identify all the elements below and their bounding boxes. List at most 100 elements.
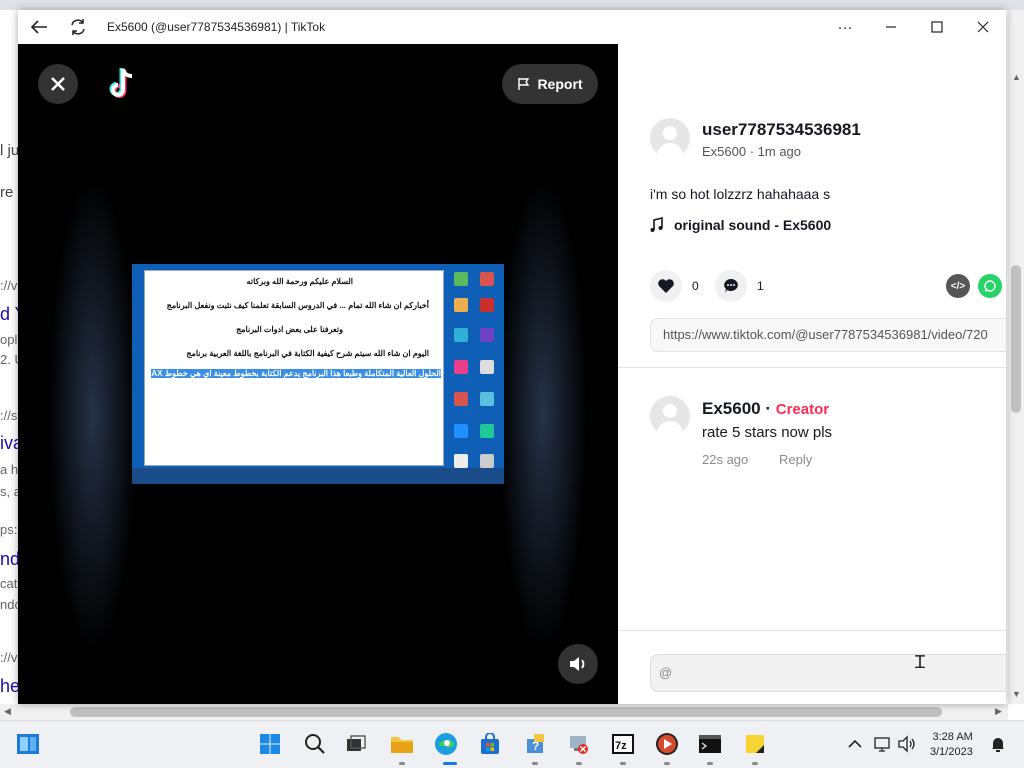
horizontal-scroll-thumb[interactable] xyxy=(70,707,942,717)
widgets-icon xyxy=(17,734,39,754)
store-bag-icon xyxy=(481,733,499,754)
scroll-down-arrow-icon[interactable]: ▼ xyxy=(1012,689,1021,699)
author-avatar[interactable] xyxy=(650,118,690,158)
store-button[interactable] xyxy=(477,731,503,757)
sound-link[interactable]: original sound - Ex5600 xyxy=(650,217,831,233)
details-panel: user7787534536981 Ex5600 · 1m ago i'm so… xyxy=(618,44,1006,704)
bg-snippet: ://v xyxy=(0,278,18,293)
network-icon xyxy=(874,737,890,752)
7zip-button[interactable]: 7z xyxy=(610,731,636,757)
back-arrow-icon xyxy=(30,20,47,34)
notifications-button[interactable] xyxy=(985,731,1011,757)
more-options-button[interactable]: ··· xyxy=(822,14,868,40)
folder-icon xyxy=(391,737,413,753)
flag-icon xyxy=(518,78,530,90)
comment-input[interactable]: @ xyxy=(650,654,1006,692)
speaker-icon xyxy=(570,657,585,671)
minimize-icon xyxy=(886,26,896,28)
network-tray-button[interactable] xyxy=(870,731,896,757)
volume-icon xyxy=(898,735,915,753)
like-action[interactable]: 0 xyxy=(650,270,699,302)
comment-author-line: Ex5600 · Creator xyxy=(702,399,829,419)
search-button[interactable] xyxy=(302,731,328,757)
video-link-field[interactable]: https://www.tiktok.com/@user778753453698… xyxy=(650,318,1006,352)
help-app-button[interactable]: ? xyxy=(522,731,548,757)
help-question-icon: ? xyxy=(527,734,544,753)
running-indicator xyxy=(399,762,405,765)
sticky-notes-button[interactable] xyxy=(742,731,768,757)
text-cursor-icon: Ɪ xyxy=(915,652,926,672)
bg-snippet: ps: xyxy=(0,522,18,537)
comment-separator: · xyxy=(760,399,776,418)
maximize-button[interactable] xyxy=(914,14,960,40)
desktop-icons xyxy=(450,268,502,478)
svg-text:7z: 7z xyxy=(615,740,627,752)
scroll-up-arrow-icon[interactable]: ▲ xyxy=(1012,72,1021,82)
windows-logo-icon xyxy=(260,734,280,754)
vertical-scroll-thumb[interactable] xyxy=(1011,265,1021,413)
blocked-network-icon xyxy=(570,736,588,754)
task-view-icon xyxy=(347,735,366,751)
like-button[interactable] xyxy=(650,270,682,302)
doc-line: اليوم ان شاء الله سيتم شرح كيفية الكتابة… xyxy=(186,349,429,358)
media-player-button[interactable] xyxy=(654,731,680,757)
edge-button[interactable] xyxy=(433,731,459,757)
task-view-button[interactable] xyxy=(343,731,369,757)
comment-author[interactable]: Ex5600 xyxy=(702,399,761,418)
notification-bell-icon xyxy=(992,738,1004,752)
tiktok-popup-window: Ex5600 (@user7787534536981) | TikTok ··· xyxy=(18,10,1006,704)
bg-snippet: cat xyxy=(0,576,18,591)
tiktok-logo-icon xyxy=(109,68,133,98)
comment-button[interactable] xyxy=(715,270,747,302)
embed-button[interactable]: </> xyxy=(946,274,970,298)
terminal-button[interactable] xyxy=(697,731,723,757)
edge-browser-icon xyxy=(435,733,457,755)
doc-line: السلام عليكم ورحمة الله وبركاته xyxy=(246,277,353,286)
like-count: 0 xyxy=(692,279,699,293)
arabic-document: السلام عليكم ورحمة الله وبركاته أخباركم … xyxy=(144,270,444,466)
scroll-right-arrow-icon[interactable]: ▶ xyxy=(995,706,1002,717)
browser-top-bar xyxy=(0,0,1024,10)
sound-label: original sound - Ex5600 xyxy=(674,217,832,233)
minimize-button[interactable] xyxy=(868,14,914,40)
comment-action[interactable]: 1 xyxy=(715,270,764,302)
close-x-icon xyxy=(51,77,65,91)
start-button[interactable] xyxy=(257,731,283,757)
comment-time: 22s ago xyxy=(702,452,749,467)
whatsapp-share-button[interactable] xyxy=(978,274,1002,298)
reply-button[interactable]: Reply xyxy=(779,452,812,467)
close-video-button[interactable] xyxy=(38,64,78,104)
commenter-avatar[interactable] xyxy=(650,396,690,436)
video-player[interactable]: Report السلام عليكم ورحمة الله وبركاته أ… xyxy=(18,44,618,704)
heart-icon xyxy=(658,279,674,293)
refresh-button[interactable] xyxy=(65,15,91,39)
running-indicator xyxy=(620,762,626,765)
close-window-button[interactable] xyxy=(960,14,1006,40)
scroll-left-arrow-icon[interactable]: ◀ xyxy=(4,706,11,717)
clock[interactable]: 3:28 AM 3/1/2023 xyxy=(930,730,973,760)
report-button[interactable]: Report xyxy=(502,64,598,104)
title-bar: Ex5600 (@user7787534536981) | TikTok ··· xyxy=(18,10,1006,44)
running-indicator xyxy=(752,762,758,765)
running-indicator xyxy=(664,762,670,765)
music-note-icon xyxy=(650,217,663,232)
code-icon: </> xyxy=(950,280,966,292)
doc-line-highlighted: الحلول العالية المتكاملة وطبعا هذا البرن… xyxy=(151,369,441,378)
more-dots-icon: ··· xyxy=(837,18,853,36)
volume-tray-button[interactable] xyxy=(894,731,920,757)
window-title: Ex5600 (@user7787534536981) | TikTok xyxy=(107,20,326,34)
network-app-button[interactable] xyxy=(566,731,592,757)
author-username[interactable]: user7787534536981 xyxy=(702,120,861,140)
show-hidden-icons-button[interactable] xyxy=(842,731,868,757)
file-explorer-button[interactable] xyxy=(389,731,415,757)
volume-button[interactable] xyxy=(558,644,598,684)
creator-badge: Creator xyxy=(775,401,830,418)
widgets-button[interactable] xyxy=(15,731,41,757)
comment-text: rate 5 stars now pls xyxy=(702,424,833,441)
windows-taskbar: ? 7z 3:28 AM 3/1/2023 xyxy=(0,720,1024,768)
search-icon xyxy=(305,734,325,754)
running-indicator xyxy=(707,762,713,765)
running-indicator xyxy=(532,762,538,765)
back-button[interactable] xyxy=(26,15,52,39)
bg-snippet: l ju xyxy=(0,142,20,159)
